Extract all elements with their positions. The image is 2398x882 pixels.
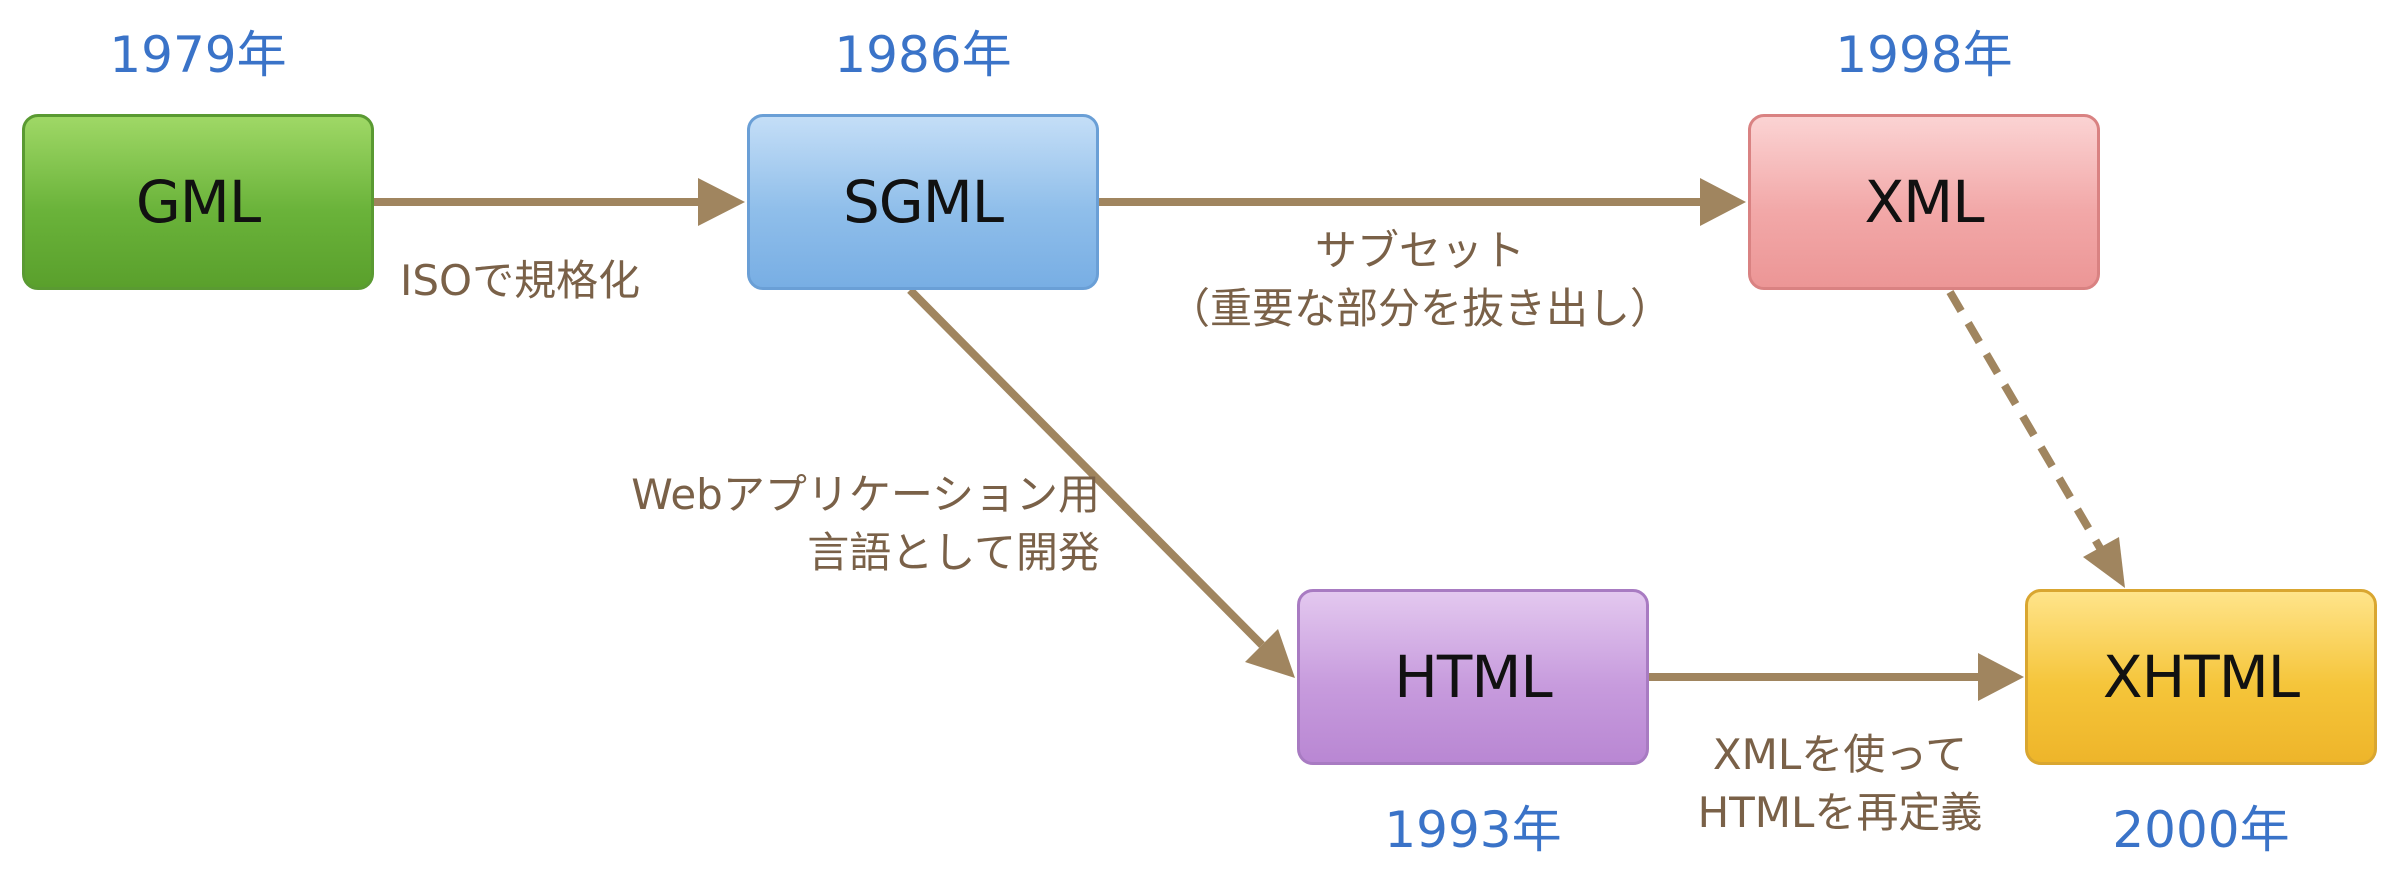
label-sgml-html-line1: Webアプリケーション用 [631, 470, 1100, 519]
arrow-xml-xhtml [1946, 289, 2104, 551]
label-gml-sgml: ISOで規格化 [400, 256, 641, 305]
label-sgml-html-line2: 言語として開発 [807, 528, 1100, 577]
node-xhtml-label: XHTML [2102, 643, 2300, 711]
year-html: 1993年 [1384, 801, 1562, 859]
label-sgml-xml-line1: サブセット [1314, 226, 1525, 275]
node-html: HTML [1297, 589, 1649, 765]
year-xml: 1998年 [1835, 26, 2013, 84]
arrowhead-sgml-xml [1700, 178, 1746, 226]
label-sgml-xml-line2: （重要な部分を抜き出し） [1167, 284, 1672, 333]
label-html-xhtml-line2: HTMLを再定義 [1697, 788, 1983, 837]
node-xml-label: XML [1864, 168, 1984, 236]
label-sgml-html: Webアプリケーション用 言語として開発 [470, 466, 1100, 582]
node-sgml-label: SGML [842, 168, 1004, 236]
node-sgml: SGML [747, 114, 1099, 290]
arrowhead-html-xhtml [1978, 653, 2024, 701]
node-xml: XML [1748, 114, 2100, 290]
node-gml: GML [22, 114, 374, 290]
label-html-xhtml: XMLを使って HTMLを再定義 [1640, 726, 2040, 842]
node-gml-label: GML [135, 168, 261, 236]
label-html-xhtml-line1: XMLを使って [1712, 730, 1968, 779]
year-xhtml: 2000年 [2112, 801, 2290, 859]
arrowhead-xml-xhtml [2083, 537, 2125, 588]
arrowhead-gml-sgml [698, 178, 745, 226]
label-sgml-xml: サブセット （重要な部分を抜き出し） [1140, 222, 1700, 338]
evolution-diagram: 1979年 1986年 1998年 1993年 2000年 GML SGML X… [0, 0, 2398, 882]
year-gml: 1979年 [109, 26, 287, 84]
year-sgml: 1986年 [834, 26, 1012, 84]
node-html-label: HTML [1394, 643, 1552, 711]
node-xhtml: XHTML [2025, 589, 2377, 765]
